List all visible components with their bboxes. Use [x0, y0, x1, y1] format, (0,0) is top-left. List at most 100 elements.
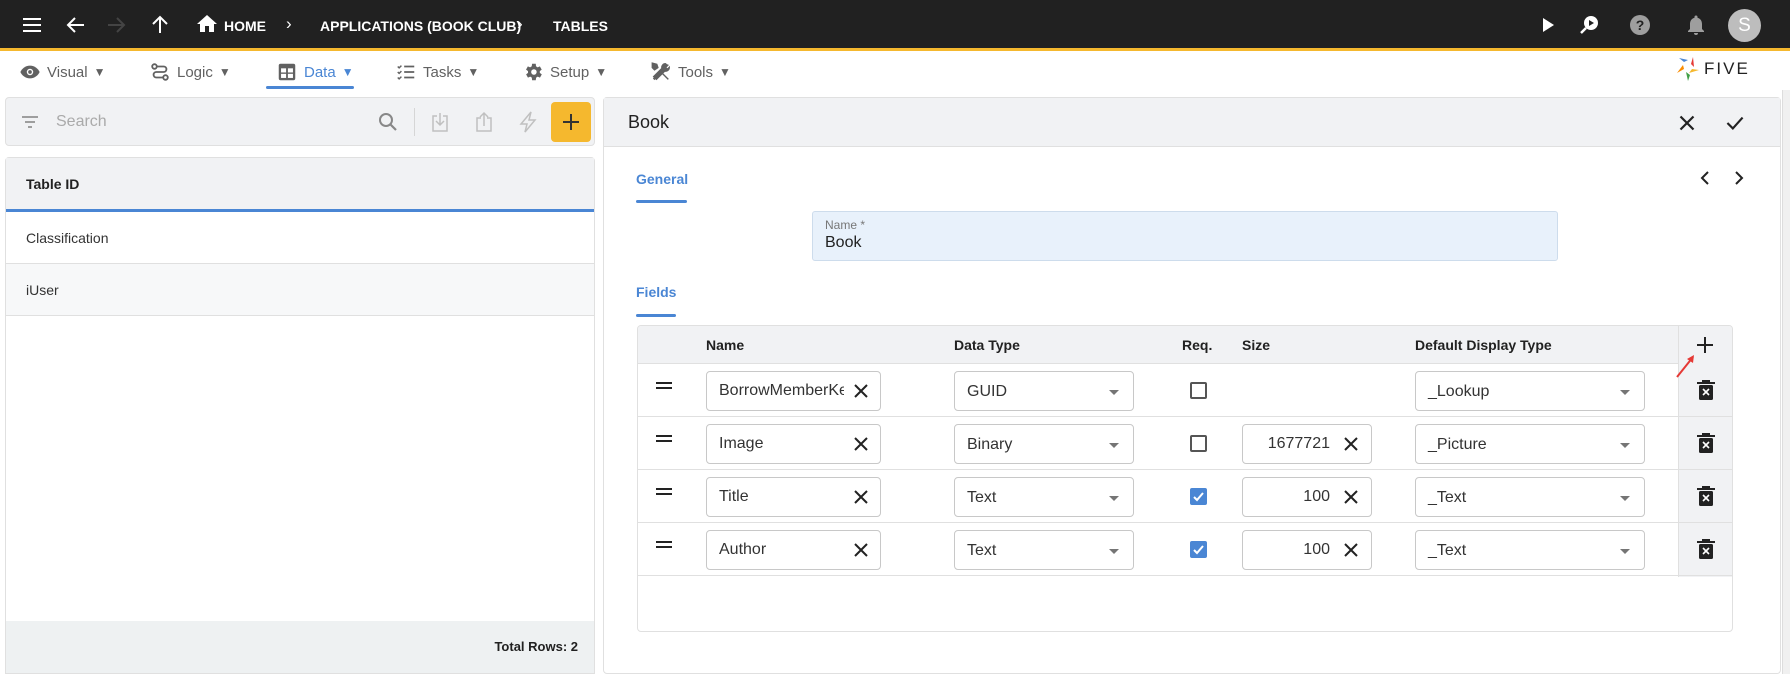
field-name-input[interactable] [719, 435, 844, 453]
display-type-value: _Picture [1428, 436, 1487, 453]
field-name-input-box[interactable] [706, 424, 881, 464]
home-icon[interactable] [195, 12, 219, 36]
required-checkbox[interactable] [1190, 435, 1207, 452]
clear-icon[interactable] [1341, 434, 1361, 454]
tools-icon [651, 62, 670, 81]
caret-down-icon: ▼ [218, 65, 231, 79]
menu-tasks-label: Tasks [423, 63, 462, 81]
list-item[interactable]: iUser [6, 264, 594, 316]
display-type-select[interactable]: _Text [1415, 530, 1645, 570]
general-tab-indicator [636, 200, 687, 203]
delete-trash-icon[interactable] [1696, 379, 1716, 401]
back-arrow-icon[interactable] [64, 13, 88, 37]
field-name-input-box[interactable] [706, 371, 881, 411]
field-name-input[interactable] [719, 382, 844, 400]
required-checkbox[interactable] [1190, 382, 1207, 399]
search-play-icon[interactable] [1578, 13, 1602, 37]
filter-icon[interactable] [18, 110, 42, 134]
clear-icon[interactable] [1341, 540, 1361, 560]
up-arrow-icon[interactable] [148, 13, 172, 37]
delete-trash-icon[interactable] [1696, 538, 1716, 560]
delete-trash-icon[interactable] [1696, 432, 1716, 454]
delete-trash-icon[interactable] [1696, 485, 1716, 507]
list-item[interactable]: Classification [6, 212, 594, 264]
tables-list: Table ID Classification iUser Total Rows… [5, 157, 595, 674]
next-chevron-icon[interactable] [1730, 168, 1748, 188]
menu-visual[interactable]: Visual ▼ [19, 60, 105, 84]
tables-list-panel: Table ID Classification iUser Total Rows… [5, 97, 595, 674]
clear-icon[interactable] [851, 434, 871, 454]
menu-logic[interactable]: Logic ▼ [149, 60, 231, 84]
tab-general[interactable]: General [636, 171, 688, 187]
size-input[interactable] [1255, 541, 1330, 559]
checkmark-icon [1193, 492, 1204, 502]
search-icon[interactable] [376, 110, 400, 134]
dropdown-arrow-icon [1620, 443, 1630, 448]
name-field-label: Name * [825, 218, 866, 232]
user-avatar[interactable]: S [1728, 9, 1761, 42]
forward-arrow-icon[interactable] [104, 13, 128, 37]
data-type-select[interactable]: Text [954, 477, 1134, 517]
data-type-select[interactable]: Binary [954, 424, 1134, 464]
previous-chevron-icon[interactable] [1696, 168, 1714, 188]
menu-tools[interactable]: Tools ▼ [650, 60, 731, 84]
breadcrumb-separator-icon: › [286, 14, 292, 33]
required-checkbox[interactable] [1190, 488, 1207, 505]
close-icon[interactable] [1674, 110, 1700, 136]
size-input[interactable] [1255, 488, 1330, 506]
top-bar: HOME › APPLICATIONS (BOOK CLUB) › TABLES… [0, 0, 1790, 51]
field-name-input-box[interactable] [706, 477, 881, 517]
size-input[interactable] [1255, 435, 1330, 453]
drag-handle-icon[interactable] [656, 380, 674, 392]
vertical-scrollbar[interactable] [1782, 90, 1790, 674]
confirm-check-icon[interactable] [1722, 110, 1748, 136]
drag-handle-icon[interactable] [656, 486, 674, 498]
field-name-input[interactable] [719, 541, 844, 559]
hamburger-menu-icon[interactable] [20, 13, 44, 37]
clear-icon[interactable] [851, 381, 871, 401]
clear-icon[interactable] [1341, 487, 1361, 507]
gear-icon [526, 63, 542, 81]
import-icon[interactable] [428, 110, 452, 134]
run-play-icon[interactable] [1536, 13, 1560, 37]
total-rows: Total Rows: 2 [6, 621, 594, 673]
help-icon[interactable]: ? [1628, 13, 1652, 37]
name-field[interactable]: Name * [812, 211, 1558, 261]
size-input-box[interactable] [1242, 424, 1372, 464]
menu-tasks[interactable]: Tasks ▼ [395, 60, 479, 84]
display-type-select[interactable]: _Lookup [1415, 371, 1645, 411]
clear-icon[interactable] [851, 540, 871, 560]
data-type-select[interactable]: GUID [954, 371, 1134, 411]
menu-setup[interactable]: Setup ▼ [522, 60, 607, 84]
add-table-button[interactable] [551, 102, 591, 142]
menu-data[interactable]: Data ▼ [276, 60, 354, 84]
field-row: Text _Text [638, 470, 1732, 523]
name-input[interactable] [825, 234, 1525, 252]
column-header-table-id[interactable]: Table ID [6, 158, 594, 212]
eye-icon [20, 65, 40, 79]
tab-fields[interactable]: Fields [636, 284, 676, 300]
required-checkbox[interactable] [1190, 541, 1207, 558]
lightning-icon[interactable] [516, 110, 540, 134]
clear-icon[interactable] [851, 487, 871, 507]
export-icon[interactable] [472, 110, 496, 134]
data-type-value: Binary [967, 436, 1013, 453]
display-type-select[interactable]: _Picture [1415, 424, 1645, 464]
toolbar-divider [414, 108, 415, 136]
drag-handle-icon[interactable] [656, 539, 674, 551]
menu-visual-label: Visual [47, 63, 88, 81]
breadcrumb-home[interactable]: HOME [224, 18, 266, 34]
search-input[interactable] [56, 110, 366, 134]
field-name-input-box[interactable] [706, 530, 881, 570]
size-input-box[interactable] [1242, 530, 1372, 570]
dropdown-arrow-icon [1620, 390, 1630, 395]
drag-handle-icon[interactable] [656, 433, 674, 445]
dropdown-arrow-icon [1109, 496, 1119, 501]
field-name-input[interactable] [719, 488, 844, 506]
size-input-box[interactable] [1242, 477, 1372, 517]
breadcrumb-applications[interactable]: APPLICATIONS (BOOK CLUB) [320, 18, 521, 34]
column-header-name: Name [706, 337, 745, 353]
data-type-select[interactable]: Text [954, 530, 1134, 570]
notifications-bell-icon[interactable] [1684, 13, 1708, 37]
display-type-select[interactable]: _Text [1415, 477, 1645, 517]
